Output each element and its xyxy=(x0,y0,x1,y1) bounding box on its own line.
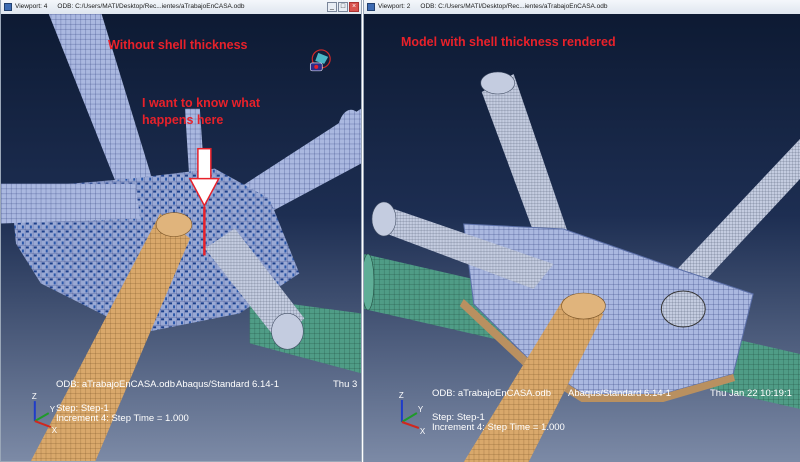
info-increment: Increment 4: Step Time = 1.000 xyxy=(432,422,565,433)
viewport-2-canvas[interactable]: Z Y X Model with shell thickness rendere… xyxy=(364,14,800,462)
viewport-4-odb-path: ODB: C:/Users/MATI/Desktop/Rec...ientes/… xyxy=(57,3,245,10)
maximize-button[interactable]: □ xyxy=(338,2,348,12)
viewport-4-titlebar[interactable]: Viewport: 4 ODB: C:/Users/MATI/Desktop/Re… xyxy=(1,0,361,15)
info-solver: Abaqus/Standard 6.14-1 xyxy=(176,379,279,390)
viewport-2-odb-path: ODB: C:/Users/MATI/Desktop/Rec...ientes/… xyxy=(420,3,608,10)
window-controls: _ □ × xyxy=(327,2,359,12)
viewport-2-info-block: ODB: aTrabajoEnCASA.odb Abaqus/Standard … xyxy=(432,388,800,433)
info-solver: Abaqus/Standard 6.14-1 xyxy=(568,388,671,399)
viewport-4-window[interactable]: Viewport: 4 ODB: C:/Users/MATI/Desktop/Re… xyxy=(0,0,362,462)
view-orientation-icon[interactable] xyxy=(309,49,331,72)
close-button[interactable]: × xyxy=(349,2,359,12)
info-odb: ODB: aTrabajoEnCASA.odb xyxy=(432,388,551,399)
info-date: Thu Jan 22 10:19:1 xyxy=(710,388,792,399)
axis-x-label: X xyxy=(420,427,426,436)
minimize-button[interactable]: _ xyxy=(327,2,337,12)
viewport-4-name: Viewport: 4 xyxy=(15,3,48,10)
axis-triad-icon: Z Y X xyxy=(32,392,58,435)
axis-triad-icon: Z Y X xyxy=(399,391,426,436)
viewport-icon xyxy=(367,3,375,11)
axis-y-label: Y xyxy=(50,405,56,414)
viewport-2-titlebar[interactable]: Viewport: 2 ODB: C:/Users/MATI/Desktop/Re… xyxy=(364,0,800,15)
axis-z-label: Z xyxy=(32,392,37,401)
viewport-icon xyxy=(4,3,12,11)
info-date: Thu 3 xyxy=(333,379,358,390)
axis-z-label: Z xyxy=(399,391,404,400)
info-increment: Increment 4: Step Time = 1.000 xyxy=(56,413,189,424)
info-odb: ODB: aTrabajoEnCASA.odb xyxy=(56,379,175,390)
annotation-question: I want to know what happens here xyxy=(142,96,261,127)
annotation-without-thickness: Without shell thickness xyxy=(108,38,248,52)
viewport-4-canvas[interactable]: Z Y X Without shell thickness I want to … xyxy=(1,14,361,461)
viewport-2-name: Viewport: 2 xyxy=(378,3,411,10)
annotation-with-thickness: Model with shell thickness rendered xyxy=(401,35,616,49)
axis-y-label: Y xyxy=(418,405,424,414)
viewport-4-info-block: ODB: aTrabajoEnCASA.odb Abaqus/Standard … xyxy=(56,379,361,424)
viewport-2-window[interactable]: Viewport: 2 ODB: C:/Users/MATI/Desktop/Re… xyxy=(363,0,800,462)
